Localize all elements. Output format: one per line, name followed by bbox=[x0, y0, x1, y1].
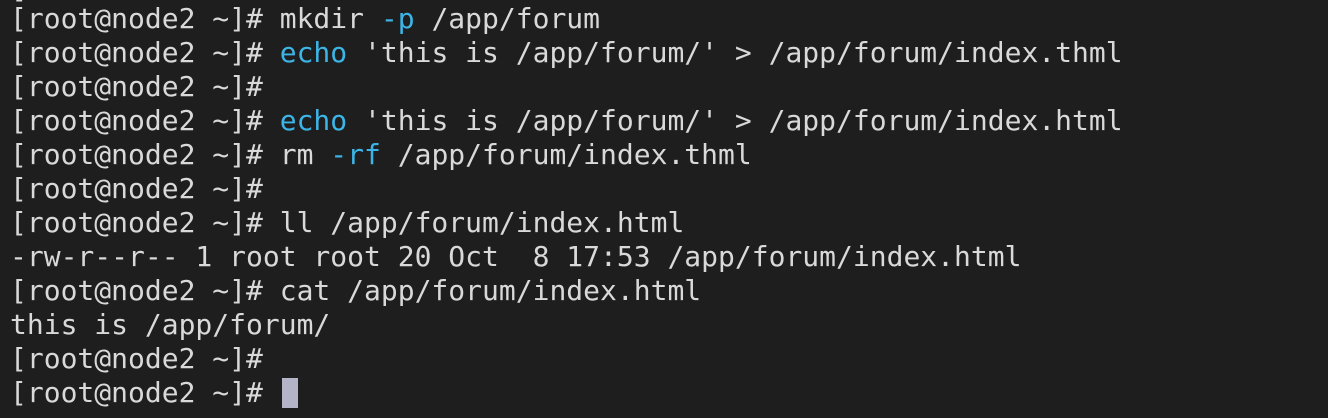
terminal-text-segment: 'this is /app/forum/' > /app/forum/index… bbox=[347, 104, 1123, 137]
terminal-output[interactable]: [root@node2 ~]# mkdir -p /app/forum [root… bbox=[10, 2, 1328, 410]
terminal-text-segment: [root@node2 ~]# rm bbox=[10, 138, 331, 171]
terminal-line: -rw-r--r-- 1 root root 20 Oct 8 17:53 /a… bbox=[10, 240, 1328, 274]
terminal-text-segment: [root@node2 ~]# bbox=[10, 104, 280, 137]
terminal-line: [root@node2 ~]# echo 'this is /app/forum… bbox=[10, 104, 1328, 138]
terminal-line: [root@node2 ~]# bbox=[10, 342, 1328, 376]
terminal-line: [root@node2 ~]# echo 'this is /app/forum… bbox=[10, 36, 1328, 70]
terminal-text-segment: [root@node2 ~]# mkdir bbox=[10, 2, 381, 35]
terminal-text-segment: /app/forum/index.thml bbox=[380, 138, 752, 171]
terminal-line: [root@node2 ~]# bbox=[10, 70, 1328, 104]
terminal-text-segment: this is /app/forum/ bbox=[10, 308, 331, 341]
terminal-line: [root@node2 ~]# bbox=[10, 172, 1328, 206]
terminal-text-segment: -p bbox=[380, 2, 415, 35]
terminal-line: this is /app/forum/ bbox=[10, 308, 1328, 342]
terminal-text-segment: /app/forum bbox=[414, 2, 601, 35]
terminal-text-segment: [root@node2 ~]# bbox=[10, 342, 263, 375]
terminal-text-segment: [root@node2 ~]# ll /app/forum/index.html bbox=[10, 206, 685, 239]
terminal-text-segment: echo bbox=[279, 104, 348, 137]
terminal-text-segment: -rf bbox=[330, 138, 381, 171]
terminal-text-segment: 'this is /app/forum/' > /app/forum/index… bbox=[347, 36, 1123, 69]
terminal-text-segment: -rw-r--r-- 1 root root 20 Oct 8 17:53 /a… bbox=[10, 240, 1022, 273]
terminal-text-segment: [root@node2 ~]# cat /app/forum/index.htm… bbox=[10, 274, 702, 307]
terminal-text-segment: [root@node2 ~]# bbox=[10, 70, 263, 103]
terminal-line: [root@node2 ~]# mkdir -p /app/forum bbox=[10, 2, 1328, 36]
terminal-line: [root@node2 ~]# rm -rf /app/forum/index.… bbox=[10, 138, 1328, 172]
terminal-line: [root@node2 ~]# bbox=[10, 376, 1328, 410]
terminal-line: [root@node2 ~]# ll /app/forum/index.html bbox=[10, 206, 1328, 240]
terminal-text-segment: echo bbox=[279, 36, 348, 69]
terminal-text-segment: [root@node2 ~]# bbox=[10, 376, 280, 409]
terminal-text-segment: [root@node2 ~]# bbox=[10, 172, 263, 205]
terminal-line: [root@node2 ~]# cat /app/forum/index.htm… bbox=[10, 274, 1328, 308]
terminal-cursor[interactable] bbox=[281, 378, 298, 408]
terminal-text-segment: [root@node2 ~]# bbox=[10, 36, 280, 69]
